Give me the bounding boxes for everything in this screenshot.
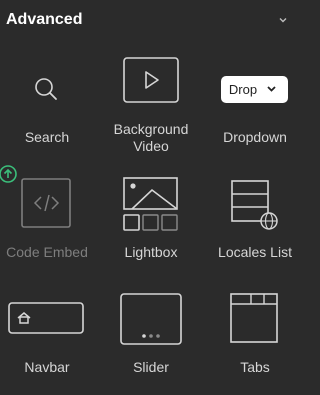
background-video-element[interactable]: Background Video [101, 50, 201, 165]
dropdown-icon: Drop [221, 76, 288, 103]
dropdown-icon-text: Drop [229, 82, 257, 97]
tabs-icon [230, 293, 278, 343]
background-video-label-1: Background [113, 121, 189, 137]
lightbox-label: Lightbox [124, 244, 178, 260]
lightbox-icon [123, 177, 178, 231]
panel-header[interactable]: Advanced [0, 0, 300, 40]
lightbox-element[interactable]: Lightbox [101, 165, 201, 280]
video-play-icon [123, 57, 179, 103]
search-element[interactable]: Search [0, 50, 97, 165]
slider-icon [120, 293, 182, 345]
locales-list-label: Locales List [218, 244, 292, 260]
locales-list-element[interactable]: Locales List [205, 165, 305, 280]
dropdown-element[interactable]: Drop Dropdown [205, 50, 305, 165]
panel-title: Advanced [6, 11, 83, 28]
locales-list-icon [231, 180, 278, 230]
code-embed-element[interactable]: Code Embed [0, 165, 97, 280]
slider-element[interactable]: Slider [101, 280, 201, 395]
tabs-element[interactable]: Tabs [205, 280, 305, 395]
slider-label: Slider [133, 359, 169, 375]
navbar-element[interactable]: Navbar [0, 280, 97, 395]
code-embed-label: Code Embed [6, 244, 88, 260]
chevron-down-icon[interactable] [277, 14, 289, 26]
navbar-label: Navbar [24, 359, 70, 375]
search-icon [35, 78, 57, 100]
navbar-icon [8, 302, 84, 334]
background-video-label-2: Video [133, 138, 169, 154]
code-embed-icon [21, 178, 71, 228]
search-label: Search [24, 129, 70, 145]
tabs-label: Tabs [240, 359, 270, 375]
dropdown-label: Dropdown [223, 129, 287, 145]
